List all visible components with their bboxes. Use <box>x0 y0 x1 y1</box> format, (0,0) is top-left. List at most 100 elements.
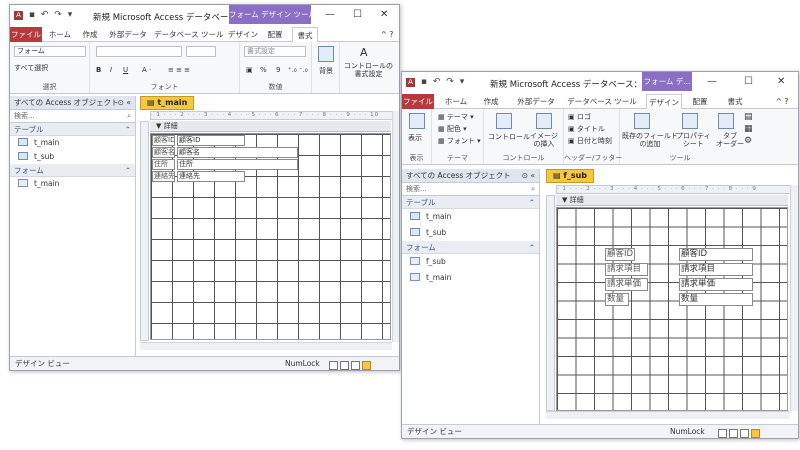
view-button[interactable]: 表示 <box>408 133 422 143</box>
minimize-icon[interactable]: — <box>325 9 335 20</box>
control-button[interactable]: コントロール <box>488 132 530 142</box>
view-icon[interactable] <box>409 113 425 129</box>
control-format-button[interactable]: コントロールの 書式設定 <box>344 62 393 78</box>
control-format-icon[interactable]: A <box>360 46 368 59</box>
nav-section-forms[interactable]: フォーム ⌃ <box>10 164 135 177</box>
design-view-icon[interactable] <box>362 360 371 370</box>
label-customer-id[interactable]: 顧客ID <box>152 135 175 146</box>
nav-search-input[interactable]: 検索... ⌕ <box>10 110 135 123</box>
nav-item-t-main[interactable]: t_main <box>10 136 135 150</box>
tab-file[interactable]: ファイル <box>10 27 42 42</box>
property-sheet-button[interactable]: プロパティ シート <box>676 132 711 148</box>
label-customer-id[interactable]: 顧客ID <box>605 248 635 261</box>
currency-icon[interactable]: ▣ <box>246 66 253 74</box>
help-icon[interactable]: ^ ? <box>376 27 398 42</box>
nav-pane-header[interactable]: すべての Access オブジェクト ⊙ « <box>402 169 539 183</box>
code-icon[interactable]: ▦ <box>744 124 753 134</box>
nav-item-t-main[interactable]: t_main <box>402 209 539 225</box>
font-color-icon[interactable]: A · <box>142 66 151 74</box>
undo-icon[interactable]: ↶ <box>433 77 441 87</box>
horizontal-scrollbar[interactable] <box>140 342 392 350</box>
form-view-icon[interactable] <box>718 428 727 438</box>
tab-database-tools[interactable]: データベース ツール <box>566 94 638 109</box>
tab-external-data[interactable]: 外部データ <box>106 27 150 42</box>
controls-icon[interactable] <box>496 113 512 129</box>
nav-item-t-sub[interactable]: t_sub <box>10 150 135 164</box>
background-button[interactable]: 背景 <box>319 66 333 76</box>
tab-create[interactable]: 作成 <box>478 94 504 109</box>
percent-button[interactable]: % <box>260 66 267 74</box>
view-switcher[interactable] <box>327 358 371 370</box>
collapse-icon[interactable]: ⊙ « <box>522 169 535 183</box>
nav-item-t-sub[interactable]: t_sub <box>402 225 539 241</box>
tab-external-data[interactable]: 外部データ <box>512 94 560 109</box>
design-view-icon[interactable] <box>751 428 760 438</box>
detail-section-bar[interactable]: ▼ 詳細 <box>150 121 391 132</box>
customize-qat-icon[interactable]: ▾ <box>68 10 73 20</box>
save-icon[interactable]: ▪ <box>29 10 35 20</box>
font-name-combo[interactable] <box>96 46 182 57</box>
tab-home[interactable]: ホーム <box>442 94 470 109</box>
vertical-scrollbar[interactable] <box>790 185 798 411</box>
underline-button[interactable]: U <box>123 66 128 74</box>
object-select-combo[interactable]: フォーム <box>14 46 86 57</box>
subform-icon[interactable]: ▤ <box>744 112 753 122</box>
datetime-button[interactable]: ▣ 日付と時刻 <box>568 136 612 146</box>
decimal-icon[interactable]: ⁺.₀ ⁻.₀ <box>288 66 308 74</box>
label-billing-item[interactable]: 請求項目 <box>605 263 648 276</box>
format-setting-combo[interactable]: 書式設定 <box>244 46 306 57</box>
save-icon[interactable]: ▪ <box>421 77 427 87</box>
font-button[interactable]: ▦ フォント ▾ <box>438 136 481 146</box>
label-unit-price[interactable]: 請求単価 <box>605 278 648 291</box>
nav-item-form-t-main[interactable]: t_main <box>10 177 135 191</box>
label-contact[interactable]: 連絡先 <box>152 171 175 182</box>
tab-arrange[interactable]: 配置 <box>688 94 712 109</box>
redo-icon[interactable]: ↷ <box>446 77 454 87</box>
nav-item-form-t-main[interactable]: t_main <box>402 270 539 286</box>
tab-order-icon[interactable] <box>718 113 734 129</box>
undo-icon[interactable]: ↶ <box>41 10 49 20</box>
select-all-button[interactable]: すべて選択 <box>14 63 48 73</box>
background-image-icon[interactable] <box>318 46 334 62</box>
chevron-up-icon[interactable]: ⌃ <box>529 196 535 209</box>
tab-database-tools[interactable]: データベース ツール <box>154 27 224 42</box>
maximize-icon[interactable]: ☐ <box>744 76 753 87</box>
minimize-icon[interactable]: — <box>707 76 717 87</box>
bold-button[interactable]: B <box>96 66 101 74</box>
chevron-up-icon[interactable]: ⌃ <box>125 123 131 136</box>
close-icon[interactable]: ✕ <box>777 76 785 87</box>
field-unit-price[interactable]: 請求単価 <box>679 278 753 291</box>
datasheet-view-icon[interactable] <box>340 360 349 370</box>
property-sheet-icon[interactable] <box>682 113 698 129</box>
chevron-up-icon[interactable]: ⌃ <box>529 241 535 254</box>
datasheet-view-icon[interactable] <box>729 428 738 438</box>
field-quantity[interactable]: 数量 <box>679 293 753 306</box>
nav-item-f-sub[interactable]: f_sub <box>402 254 539 270</box>
nav-section-tables[interactable]: テーブル ⌃ <box>10 123 135 136</box>
quick-access-toolbar[interactable]: A ▪ ↶ ↷ ▾ <box>406 77 467 87</box>
tab-design[interactable]: デザイン <box>228 27 258 42</box>
macro-icon[interactable]: ⚙ <box>744 136 752 146</box>
align-buttons-icon[interactable]: ≡ ≡ ≡ <box>168 66 190 74</box>
tab-design[interactable]: デザイン <box>646 94 682 110</box>
field-contact[interactable]: 連絡先 <box>177 171 245 182</box>
nav-section-tables[interactable]: テーブル ⌃ <box>402 196 539 209</box>
redo-icon[interactable]: ↷ <box>54 10 62 20</box>
color-button[interactable]: ▦ 配色 ▾ <box>438 124 467 134</box>
field-customer-name[interactable]: 顧客名 <box>177 147 298 158</box>
logo-button[interactable]: ▣ ロゴ <box>568 112 591 122</box>
nav-section-forms[interactable]: フォーム ⌃ <box>402 241 539 254</box>
doc-tab-f-sub[interactable]: ▤ f_sub <box>546 169 595 183</box>
nav-search-input[interactable]: 検索... ⌕ <box>402 183 539 196</box>
tab-file[interactable]: ファイル <box>402 94 434 109</box>
view-switcher[interactable] <box>716 426 760 438</box>
field-billing-item[interactable]: 請求項目 <box>679 263 753 276</box>
field-address[interactable]: 住所 <box>177 159 298 170</box>
close-icon[interactable]: ✕ <box>380 9 388 20</box>
layout-view-icon[interactable] <box>740 428 749 438</box>
help-icon[interactable]: ^ ? <box>770 94 794 109</box>
search-icon[interactable]: ⌕ <box>531 183 535 196</box>
tab-format[interactable]: 書式 <box>292 27 318 43</box>
design-grid[interactable]: 顧客ID 顧客ID 顧客名 顧客名 住所 住所 連絡先 連絡先 <box>150 133 391 340</box>
font-size-combo[interactable] <box>186 46 216 57</box>
